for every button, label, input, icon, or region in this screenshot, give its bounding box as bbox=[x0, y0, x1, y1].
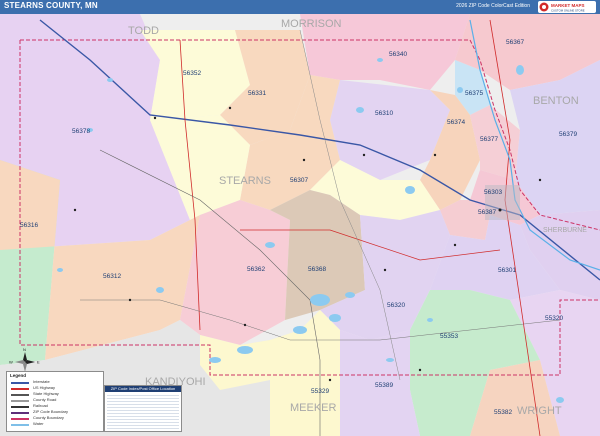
zip-label-56312[interactable]: 56312 bbox=[103, 273, 121, 280]
market-maps-logo: MARKET MAPS CUSTOM ONLINE STORE bbox=[538, 1, 596, 13]
logo-subtext: CUSTOM ONLINE STORE bbox=[551, 9, 585, 13]
compass-n: N bbox=[23, 347, 26, 352]
legend-swatch bbox=[11, 388, 29, 390]
map-title: STEARNS COUNTY, MN bbox=[4, 1, 98, 10]
legend-item: County Boundary bbox=[11, 415, 101, 421]
county-label-stearns: STEARNS bbox=[219, 175, 271, 187]
legend-item: Interstate bbox=[11, 379, 101, 385]
zip-label-56367[interactable]: 56367 bbox=[506, 39, 524, 46]
zip-index-cells bbox=[107, 393, 179, 429]
county-label-wright: WRIGHT bbox=[517, 405, 562, 417]
legend-label: US Highway bbox=[33, 385, 56, 390]
county-label-sherburne: SHERBURNE bbox=[543, 227, 587, 234]
county-label-meeker: MEEKER bbox=[290, 402, 337, 414]
zip-label-56340[interactable]: 56340 bbox=[389, 51, 407, 58]
zip-label-55353[interactable]: 55353 bbox=[440, 333, 458, 340]
zip-label-56307[interactable]: 56307 bbox=[290, 177, 308, 184]
map-page: STEARNS COUNTY, MN 2026 ZIP Code ColorCa… bbox=[0, 0, 600, 436]
logo-text: MARKET MAPS bbox=[551, 3, 585, 8]
zip-label-55382[interactable]: 55382 bbox=[494, 409, 512, 416]
zip-label-56352[interactable]: 56352 bbox=[183, 70, 201, 77]
zip-label-55320[interactable]: 55320 bbox=[545, 315, 563, 322]
county-label-morrison: MORRISON bbox=[281, 18, 342, 30]
zip-index-table: ZIP Code Index/Post Office Location bbox=[104, 385, 182, 432]
legend-label: ZIP Code Boundary bbox=[33, 409, 69, 414]
zip-label-56310[interactable]: 56310 bbox=[375, 110, 393, 117]
legend-label: County Boundary bbox=[33, 415, 64, 420]
zip-label-56320[interactable]: 56320 bbox=[387, 302, 405, 309]
legend-swatch bbox=[11, 382, 29, 384]
zip-label-56378[interactable]: 56378 bbox=[72, 128, 90, 135]
zip-label-56374[interactable]: 56374 bbox=[447, 119, 465, 126]
zip-label-56377[interactable]: 56377 bbox=[480, 136, 498, 143]
map-header: STEARNS COUNTY, MN 2026 ZIP Code ColorCa… bbox=[0, 0, 600, 14]
compass-w: W bbox=[9, 360, 13, 365]
zip-label-56375[interactable]: 56375 bbox=[465, 90, 483, 97]
legend-swatch bbox=[11, 424, 29, 426]
compass-e: E bbox=[37, 360, 40, 365]
legend-label: Water bbox=[33, 421, 44, 426]
legend-swatch bbox=[11, 412, 29, 414]
zip-index-title: ZIP Code Index/Post Office Location bbox=[105, 386, 181, 392]
zip-label-56387[interactable]: 56387 bbox=[478, 209, 496, 216]
zip-label-56379[interactable]: 56379 bbox=[559, 131, 577, 138]
legend-label: Railroad bbox=[33, 403, 48, 408]
legend-item: Water bbox=[11, 421, 101, 427]
zip-label-55389[interactable]: 55389 bbox=[375, 382, 393, 389]
zip-label-56331[interactable]: 56331 bbox=[248, 90, 266, 97]
edition-label: 2026 ZIP Code ColorCast Edition bbox=[456, 3, 530, 9]
legend-label: State Highway bbox=[33, 391, 59, 396]
county-label-todd: TODD bbox=[128, 25, 159, 37]
legend-label: Interstate bbox=[33, 379, 50, 384]
legend-item: County Road bbox=[11, 397, 101, 403]
map-legend: Legend Interstate US Highway State Highw… bbox=[6, 371, 104, 432]
county-label-benton: BENTON bbox=[533, 95, 579, 107]
zip-label-56368[interactable]: 56368 bbox=[308, 266, 326, 273]
zip-label-56316[interactable]: 56316 bbox=[20, 222, 38, 229]
legend-swatch bbox=[11, 418, 29, 420]
zip-label-56362[interactable]: 56362 bbox=[247, 266, 265, 273]
zip-label-56303[interactable]: 56303 bbox=[484, 189, 502, 196]
legend-swatch bbox=[11, 400, 29, 402]
zip-label-55329[interactable]: 55329 bbox=[311, 388, 329, 395]
legend-title: Legend bbox=[10, 373, 27, 378]
legend-swatch bbox=[11, 394, 29, 396]
legend-swatch bbox=[11, 406, 29, 408]
zip-label-56301[interactable]: 56301 bbox=[498, 267, 516, 274]
legend-label: County Road bbox=[33, 397, 57, 402]
